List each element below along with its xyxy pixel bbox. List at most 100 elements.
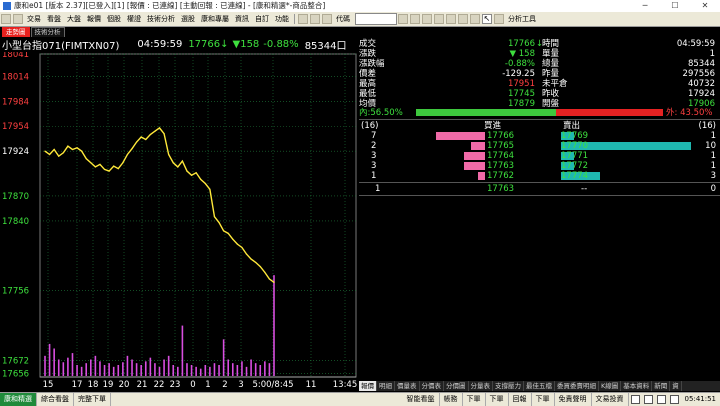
quote-value: 40732 [687, 79, 715, 89]
tab-technical-analysis[interactable]: 技術分析 [30, 27, 65, 37]
bid-price: 17766 [487, 131, 515, 141]
price-point [227, 232, 229, 234]
tab-trend-chart[interactable]: 走勢圖 [2, 27, 30, 37]
orderbook-row[interactable]: 1 17762 17774 3 [359, 171, 720, 181]
x-tick-label: 3 [238, 380, 243, 390]
y-tick-label: 17840 [2, 217, 29, 227]
tool-icon[interactable] [298, 14, 308, 24]
book-icon[interactable] [422, 14, 432, 24]
detail-tab[interactable]: 分價表 [420, 381, 444, 391]
x-tick-label: 2 [222, 380, 227, 390]
window-icon[interactable] [322, 14, 332, 24]
status-item[interactable]: 免責聲明 [555, 393, 592, 406]
symbol-search-input[interactable] [355, 13, 397, 25]
back-icon[interactable] [1, 14, 11, 24]
quote-row-left: 最低 17745 [359, 89, 537, 99]
y-tick-label: 18014 [2, 72, 29, 82]
menu-item-info[interactable]: 資訊 [232, 12, 252, 26]
news-icon[interactable] [434, 14, 444, 24]
menu-item-custom[interactable]: 自訂 [252, 12, 272, 26]
analysis-icon[interactable] [494, 14, 504, 24]
analysis-tools-menu[interactable]: 分析工具 [505, 12, 539, 26]
quote-row-left: 漲跌 ▼ 158 [359, 49, 537, 59]
status-item[interactable]: 回報 [509, 393, 532, 406]
menu-separator [294, 14, 295, 24]
quote-value: -129.25 [502, 69, 535, 79]
menu-item-function[interactable]: 功能 [272, 12, 292, 26]
price-change-pct: -0.88% [263, 38, 299, 50]
outside-ratio-label: 外: 43.50% [666, 108, 713, 118]
quote-row-right: 未平倉 40732 [542, 79, 717, 89]
price-point [172, 162, 174, 164]
x-tick-label: 17 [72, 380, 83, 390]
title-bar: 康和e01 [版本 2.37][已登入][1] [報價 : 已連線] [主動回報… [0, 0, 720, 12]
quote-row-right: 昨量 297556 [542, 69, 717, 79]
detail-tab[interactable]: 報價 [359, 381, 377, 391]
ask-qty: 10 [705, 141, 716, 151]
detail-tab[interactable]: K線圖 [599, 381, 622, 391]
status-item[interactable]: 下單 [463, 393, 486, 406]
menu-item-quote[interactable]: 報價 [84, 12, 104, 26]
status-checkbox[interactable] [656, 395, 666, 404]
detail-tab[interactable]: 分量表 [469, 381, 493, 391]
menu-item-technical[interactable]: 技術分析 [144, 12, 178, 26]
menu-item-exclusive[interactable]: 康和專屬 [198, 12, 232, 26]
quote-value: 17745 [507, 89, 535, 99]
quote-label: 總量 [542, 59, 560, 69]
pointer-icon[interactable]: ↖ [482, 14, 492, 24]
status-item[interactable]: 下單 [486, 393, 509, 406]
detail-tab[interactable]: 價量表 [395, 381, 420, 391]
orderbook-row[interactable]: 3 17763 17772 1 [359, 161, 720, 171]
menu-item-market[interactable]: 大盤 [64, 12, 84, 26]
status-item[interactable]: 文易投資 [592, 393, 629, 406]
status-item[interactable]: 帳務 [440, 393, 463, 406]
detail-tab[interactable]: 分價圖 [444, 381, 469, 391]
detail-tab[interactable]: 最佳五檔 [524, 381, 555, 391]
detail-tab[interactable]: 明細 [377, 381, 395, 391]
detail-tab[interactable]: 委買委賣明細 [555, 381, 599, 391]
print-icon[interactable] [446, 14, 456, 24]
x-tick-label: 19 [103, 380, 114, 390]
status-item[interactable]: 智能看盤 [403, 393, 440, 406]
maximize-button[interactable]: ☐ [660, 0, 690, 12]
status-checkbox[interactable] [630, 395, 640, 404]
orderbook-row[interactable]: 2 17765 17770 10 [359, 141, 720, 151]
minimize-button[interactable]: ─ [630, 0, 660, 12]
detail-tab[interactable]: 基本資料 [621, 381, 653, 391]
pen-icon[interactable] [310, 14, 320, 24]
info-icon[interactable] [470, 14, 480, 24]
status-tab-kanghe[interactable]: 康和精選 [0, 393, 37, 406]
detail-tab[interactable]: 支撐壓力 [493, 381, 524, 391]
app-icon [3, 2, 11, 10]
layout-icon[interactable] [398, 14, 408, 24]
price-point [200, 178, 202, 180]
menu-item-warrant[interactable]: 權證 [124, 12, 144, 26]
x-tick-label: 13:45 [333, 380, 358, 390]
price-point [108, 170, 110, 172]
chart-icon[interactable] [410, 14, 420, 24]
bid-qty: 3 [371, 151, 377, 161]
gear-icon[interactable] [458, 14, 468, 24]
menu-item-stock[interactable]: 個股 [104, 12, 124, 26]
menu-item-screener[interactable]: 選股 [178, 12, 198, 26]
detail-tab[interactable]: 新聞 [652, 381, 671, 391]
quote-label: 最低 [359, 89, 377, 99]
price-point [268, 278, 271, 280]
bid-volume-bar [464, 162, 485, 170]
orderbook-row[interactable]: 3 17764 17771 1 [359, 151, 720, 161]
detail-tab[interactable]: 資 [670, 381, 682, 391]
status-checkbox[interactable] [669, 395, 679, 404]
status-checkbox[interactable] [643, 395, 653, 404]
menu-item-trade[interactable]: 交易 [24, 12, 44, 26]
status-item[interactable]: 下單 [532, 393, 555, 406]
price-point [71, 148, 74, 151]
status-tab-order[interactable]: 完整下單 [74, 393, 111, 406]
intraday-chart[interactable]: 18041 18014 17984 17954 17924 17870 17840 17756… [0, 52, 358, 392]
menu-item-watch[interactable]: 看盤 [44, 12, 64, 26]
price-point [94, 166, 96, 168]
orderbook-divider [359, 182, 720, 183]
close-button[interactable]: ✕ [690, 0, 720, 12]
status-tab-overview[interactable]: 綜合看盤 [37, 393, 74, 406]
forward-icon[interactable] [13, 14, 23, 24]
orderbook-row[interactable]: 7 17766 17769 1 [359, 131, 720, 141]
